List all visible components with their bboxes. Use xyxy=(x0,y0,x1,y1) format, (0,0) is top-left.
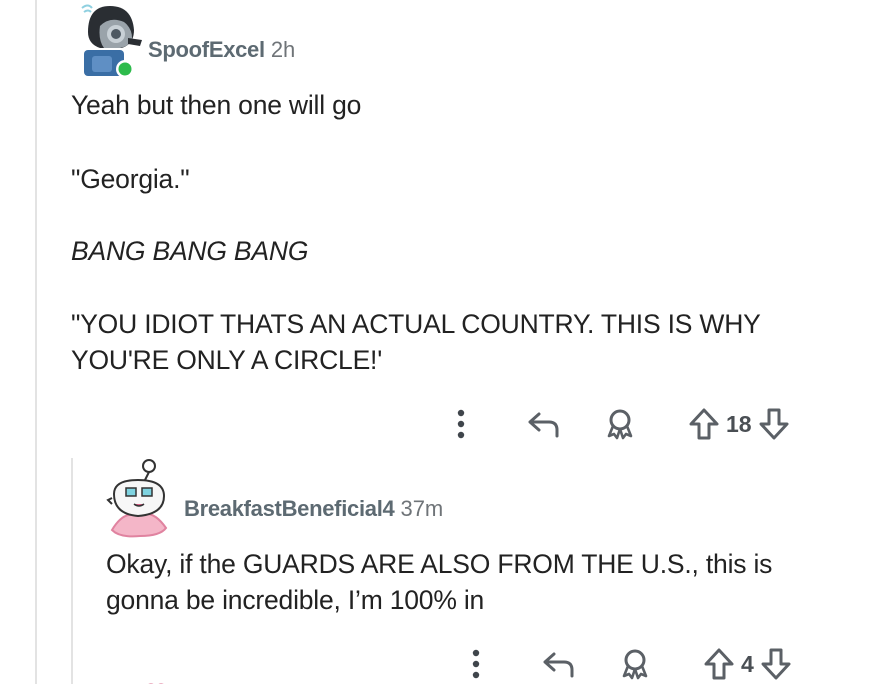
downvote-button[interactable] xyxy=(758,407,790,441)
award-button[interactable] xyxy=(602,408,638,440)
comment-header: BreakfastBeneficial4 37m xyxy=(184,496,443,524)
reply-button[interactable] xyxy=(526,409,562,439)
upvote-button[interactable] xyxy=(688,407,720,441)
comment-header: SpoofExcel 2h xyxy=(148,37,295,65)
comment-line: "Georgia." xyxy=(71,164,190,194)
comment-action-bar: 4 xyxy=(463,646,823,682)
username[interactable]: BreakfastBeneficial4 xyxy=(184,496,395,522)
upvote-button[interactable] xyxy=(703,647,735,681)
timestamp: 2h xyxy=(270,37,296,62)
more-vertical-icon xyxy=(472,649,480,679)
comment-line: Yeah but then one will go xyxy=(71,90,362,120)
comment-line: Okay, if the GUARDS ARE ALSO FROM THE U.… xyxy=(106,549,773,615)
upvote-arrow-icon xyxy=(689,408,719,440)
more-options-button[interactable] xyxy=(450,407,472,441)
timestamp: 37m xyxy=(400,496,444,521)
reply-button[interactable] xyxy=(541,649,577,679)
award-button[interactable] xyxy=(617,648,653,680)
snoo-avatar-helmet-icon xyxy=(81,4,142,78)
downvote-button[interactable] xyxy=(760,647,792,681)
award-icon xyxy=(607,409,633,440)
downvote-arrow-icon xyxy=(759,408,789,440)
username[interactable]: SpoofExcel xyxy=(148,37,265,63)
comment-action-bar: 18 xyxy=(448,406,818,442)
snoo-avatar-robot-icon xyxy=(106,459,168,538)
reply-icon xyxy=(543,652,574,678)
comment-line: "YOU IDIOT THATS AN ACTUAL COUNTRY. THIS… xyxy=(71,309,761,375)
thread-line-reply[interactable] xyxy=(71,458,73,684)
downvote-arrow-icon xyxy=(761,648,791,680)
thread-line-root[interactable] xyxy=(35,0,37,684)
vote-count: 18 xyxy=(726,410,752,437)
more-vertical-icon xyxy=(457,409,465,439)
next-comment-avatar xyxy=(140,678,176,684)
comment-line: BANG BANG BANG xyxy=(71,236,309,266)
comment-body: Yeah but then one will go "Georgia." BAN… xyxy=(71,87,811,378)
comment-body: Okay, if the GUARDS ARE ALSO FROM THE U.… xyxy=(106,546,826,618)
vote-count: 4 xyxy=(741,650,754,677)
vote-group: 18 xyxy=(688,406,790,442)
more-options-button[interactable] xyxy=(465,647,487,681)
online-status-dot xyxy=(118,62,132,76)
vote-group: 4 xyxy=(703,646,792,682)
avatar[interactable] xyxy=(74,2,146,80)
reply-icon xyxy=(528,412,559,438)
avatar[interactable] xyxy=(104,458,174,538)
upvote-arrow-icon xyxy=(704,648,734,680)
award-icon xyxy=(622,649,648,680)
